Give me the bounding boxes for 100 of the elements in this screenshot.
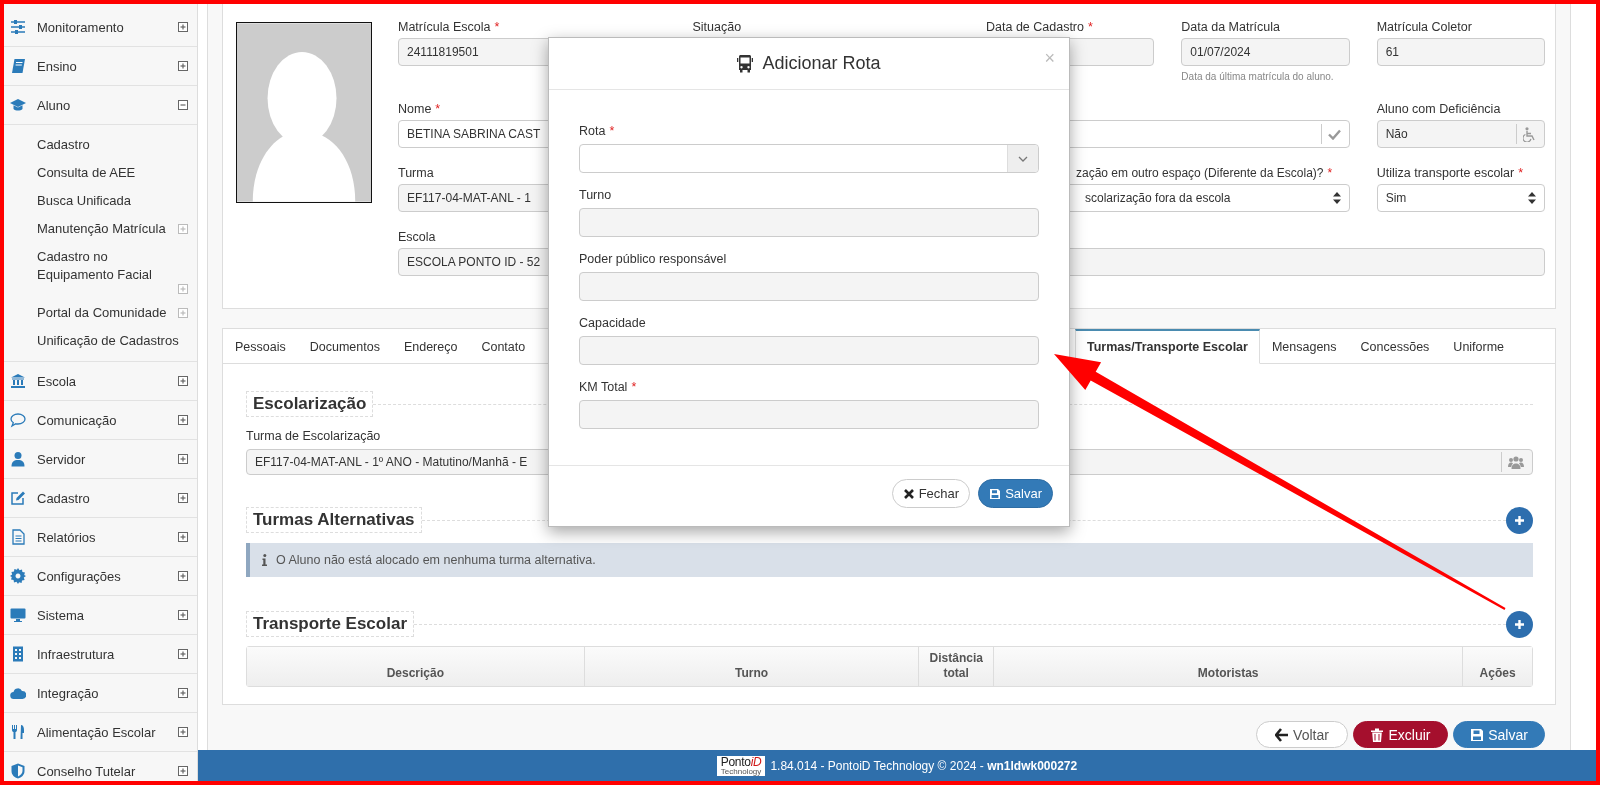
delete-button[interactable]: Excluir — [1353, 721, 1448, 748]
input-field[interactable] — [579, 400, 1039, 429]
required-mark: * — [631, 379, 637, 396]
input-field[interactable] — [579, 336, 1039, 365]
pencil-square-icon — [10, 490, 26, 506]
required-mark: * — [1088, 19, 1093, 36]
sidebar-item[interactable]: Comunicação — [4, 401, 197, 440]
tab[interactable]: Endereço — [391, 329, 470, 363]
tab[interactable]: Mensagens — [1259, 329, 1349, 363]
field-label: KM Total — [579, 379, 628, 396]
field-label: Matrícula Escola — [398, 19, 491, 36]
x-icon — [902, 487, 915, 500]
column-header: Ações — [1463, 647, 1532, 686]
monitor-icon — [10, 607, 26, 623]
back-button[interactable]: Voltar — [1256, 721, 1348, 748]
input-field[interactable] — [579, 208, 1039, 237]
sidebar-item[interactable]: Servidor — [4, 440, 197, 479]
settings-icon — [10, 568, 26, 584]
add-button[interactable] — [1506, 506, 1533, 534]
field-label: Turno — [579, 187, 612, 204]
field-label: Utiliza transporte escolar — [1376, 165, 1515, 182]
info-message: O Aluno não está alocado em nenhuma turma alternativa. — [276, 553, 596, 567]
sidebar-item[interactable]: Escola — [4, 362, 197, 401]
required-mark: * — [609, 123, 615, 140]
sidebar-item[interactable]: Conselho Tutelar — [4, 752, 197, 781]
field-label: zação em outro espaço (Diferente da Escola)? — [1076, 165, 1324, 182]
dialog-title: Adicionar Rota — [762, 53, 881, 74]
sidebar-item[interactable]: Relatórios — [4, 518, 197, 557]
cloud-icon — [10, 685, 26, 701]
dropdown-field[interactable] — [579, 144, 1039, 173]
sidebar-item[interactable]: Aluno — [4, 86, 197, 125]
sidebar-item[interactable]: Configurações — [4, 557, 197, 596]
column-header: Turno — [584, 647, 920, 686]
required-mark: * — [435, 101, 441, 118]
sidebar-item[interactable]: Sistema — [4, 596, 197, 635]
sidebar-subitem[interactable]: Consulta de AEE — [37, 164, 136, 182]
field-label: Turma — [398, 165, 434, 182]
chevron-down-icon — [1018, 155, 1028, 162]
sort-arrows-icon — [1332, 192, 1341, 204]
fork-knife-icon — [10, 724, 26, 740]
tab[interactable]: Uniforme — [1441, 329, 1517, 363]
sidebar-item[interactable]: Cadastro — [4, 479, 197, 518]
tab[interactable]: Documentos — [297, 329, 392, 363]
section-title: Transporte Escolar — [246, 611, 414, 637]
column-header: Descrição — [247, 647, 585, 686]
plus-icon — [1514, 618, 1525, 630]
bus-icon — [737, 54, 754, 73]
sidebar-item[interactable]: Infraestrutura — [4, 635, 197, 674]
tab[interactable]: Turmas/Transporte Escolar — [1075, 329, 1260, 364]
field-label: Data de Cadastro — [986, 19, 1084, 36]
sidebar-item[interactable]: Ensino — [4, 47, 197, 86]
required-mark: * — [494, 19, 500, 36]
sidebar-item[interactable]: Integração — [4, 674, 197, 713]
select-field[interactable]: Sim — [1376, 184, 1545, 212]
tab[interactable]: Contato — [469, 329, 538, 363]
save-button[interactable]: Salvar — [1453, 721, 1545, 748]
field-label: Turma de Escolarização — [246, 428, 381, 445]
graduation-cap-icon — [10, 97, 26, 113]
tab[interactable]: Pessoais — [223, 329, 298, 363]
sidebar-subitem[interactable]: Manutenção Matrícula — [37, 220, 166, 238]
field-label: Rota — [579, 123, 606, 140]
field-label: Data da Matrícula — [1181, 19, 1280, 36]
bank-icon — [10, 373, 26, 389]
close-button[interactable]: Fechar — [891, 479, 971, 508]
sidebar-item[interactable]: Alimentação Escolar — [4, 713, 197, 752]
input-field[interactable]: 61 — [1376, 38, 1545, 66]
speech-bubble-icon — [10, 412, 26, 428]
field-label: Matrícula Coletor — [1376, 19, 1472, 36]
tab[interactable]: Concessões — [1348, 329, 1442, 363]
section-title: Turmas Alternativas — [246, 507, 422, 533]
add-button[interactable] — [1506, 610, 1533, 638]
field-label: Escola — [398, 229, 436, 246]
sidebar-subitem[interactable]: Cadastro — [37, 136, 90, 154]
sidebar-subitem[interactable]: Cadastro no Equipamento Facial — [37, 248, 188, 284]
required-mark: * — [1327, 165, 1333, 182]
shield-icon — [10, 763, 26, 779]
sidebar-subitem[interactable]: Portal da Comunidade — [37, 304, 167, 322]
users-icon — [1508, 455, 1524, 469]
column-header: Distância total — [919, 647, 995, 686]
logo-text: PontoiD — [720, 755, 762, 768]
field-hint: Data da última matrícula do aluno. — [1181, 70, 1335, 84]
arrow-left-icon — [1275, 727, 1290, 742]
field-label: Aluno com Deficiência — [1376, 101, 1501, 118]
column-header: Motoristas — [994, 647, 1464, 686]
input-field[interactable]: 01/07/2024 — [1181, 38, 1350, 66]
sliders-icon — [10, 19, 26, 35]
sidebar-subitem[interactable]: Unificação de Cadastros — [37, 332, 179, 350]
input-field[interactable] — [579, 272, 1039, 301]
sidebar-subitem[interactable]: Busca Unificada — [37, 192, 131, 210]
field-label: Situação — [692, 19, 742, 36]
sidebar-item[interactable]: Monitoramento — [4, 8, 197, 47]
field-label: Capacidade — [579, 315, 646, 332]
plus-icon — [1514, 514, 1525, 526]
save-button[interactable]: Salvar — [978, 479, 1053, 508]
wheelchair-icon — [1523, 126, 1536, 142]
info-icon — [262, 554, 267, 566]
logo-caption: Technology — [720, 767, 762, 776]
sort-arrows-icon — [1528, 192, 1536, 204]
input-field[interactable]: Não — [1376, 120, 1545, 148]
footer-text: 1.84.014 - PontoiD Technology © 2024 - wn1ldwk000272 — [770, 758, 1078, 773]
